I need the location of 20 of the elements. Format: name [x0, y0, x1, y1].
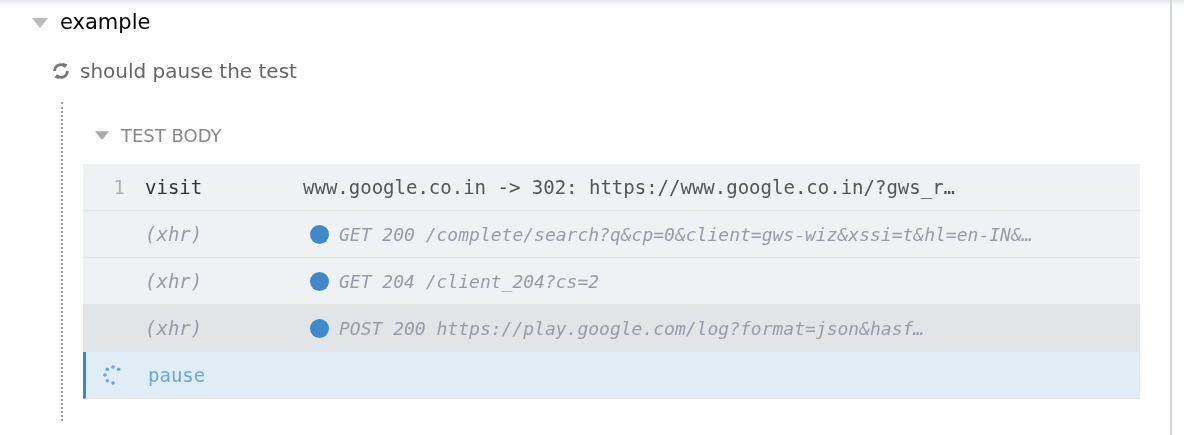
caret-icon[interactable] — [95, 131, 109, 140]
line-number: 1 — [112, 174, 126, 200]
command-message: www.google.co.in -> 302: https://www.google.co.in/?gws_r… — [303, 174, 956, 201]
command-name: (xhr) — [145, 221, 204, 247]
command-row[interactable]: (xhr) POST 200 https://play.google.com/log?format=json&hasf… — [83, 305, 1140, 352]
test-title[interactable]: should pause the test — [80, 56, 297, 86]
command-row[interactable]: (xhr) GET 200 /complete/search?q&cp=0&client=gws-wiz&xssi=t&hl=en-IN&… — [83, 211, 1140, 258]
command-row[interactable]: 1 visit www.google.co.in -> 302: https://www.google.co.in/?gws_r… — [83, 164, 1140, 211]
command-name: (xhr) — [145, 268, 204, 294]
command-message: GET 204 /client_204?cs=2 — [339, 269, 600, 294]
command-row[interactable]: (xhr) GET 204 /client_204?cs=2 — [83, 258, 1140, 305]
command-row[interactable]: pause — [83, 352, 1140, 399]
command-message: GET 200 /complete/search?q&cp=0&client=gws-wiz&xssi=t&hl=en-IN&… — [339, 222, 1033, 247]
command-name: (xhr) — [145, 315, 204, 341]
suite-title[interactable]: example — [60, 7, 151, 39]
command-name: visit — [145, 174, 204, 200]
caret-icon[interactable] — [32, 18, 48, 28]
hook-title[interactable]: TEST BODY — [121, 122, 222, 149]
command-message: POST 200 https://play.google.com/log?format=json&hasf… — [339, 316, 925, 341]
command-name: pause — [148, 362, 206, 388]
